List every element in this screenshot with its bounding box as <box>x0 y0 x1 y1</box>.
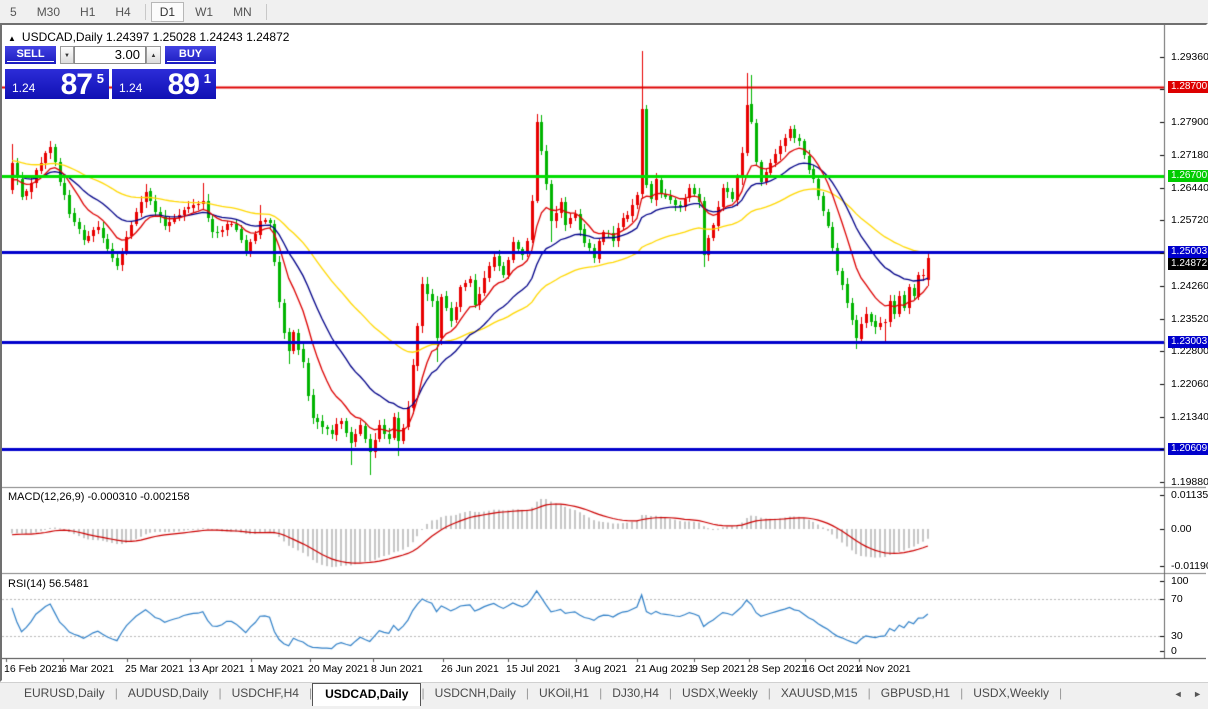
timeframe-button-MN[interactable]: MN <box>224 2 261 22</box>
timeframe-button-M30[interactable]: M30 <box>28 2 69 22</box>
price-axis-label: 1.25720 <box>1171 214 1208 227</box>
buy-button[interactable]: BUY <box>165 46 216 64</box>
rsi-indicator-label: RSI(14) 56.5481 <box>8 578 89 590</box>
tab-separator: | <box>1059 686 1063 700</box>
timeframe-button-H1[interactable]: H1 <box>71 2 104 22</box>
sell-price-prefix: 1.24 <box>12 81 36 95</box>
macd-scale-label: 0.00 <box>1171 523 1192 535</box>
chart-tab-usdcad-daily[interactable]: USDCAD,Daily <box>312 683 422 706</box>
volume-increase-button[interactable]: ▲ <box>146 46 161 64</box>
date-axis-label: 20 May 2021 <box>308 663 369 675</box>
price-axis-label: 1.26440 <box>1171 181 1208 194</box>
chart-tab-gbpusd-h1[interactable]: GBPUSD,H1 <box>871 683 960 704</box>
chart-tab-audusd-daily[interactable]: AUDUSD,Daily <box>118 683 219 704</box>
chart-tab-dj30-h4[interactable]: DJ30,H4 <box>602 683 669 704</box>
date-axis-label: 1 May 2021 <box>249 663 304 675</box>
date-axis-label: 8 Jun 2021 <box>371 663 423 675</box>
rsi-scale-label: 100 <box>1171 575 1189 587</box>
timeframe-button-D1[interactable]: D1 <box>150 1 185 22</box>
price-level-badge-1.20609: 1.20609 <box>1168 443 1208 456</box>
chart-tab-usdx-weekly[interactable]: USDX,Weekly <box>672 683 768 704</box>
date-axis-label: 15 Jul 2021 <box>506 663 561 675</box>
chart-tab-usdchf-h4[interactable]: USDCHF,H4 <box>222 683 309 704</box>
tab-scroll-arrows: ◄ ► <box>1166 689 1202 699</box>
price-axis-label: 1.24260 <box>1171 279 1208 292</box>
buy-price-prefix: 1.24 <box>119 81 143 95</box>
chart-window: ▲ USDCAD,Daily 1.24397 1.25028 1.24243 1.… <box>0 23 1208 682</box>
date-axis-label: 13 Apr 2021 <box>188 663 245 675</box>
date-axis-label: 28 Sep 2021 <box>747 663 807 675</box>
volume-input[interactable]: 3.00 <box>74 46 146 64</box>
timeframe-button-W1[interactable]: W1 <box>186 2 222 22</box>
chart-tab-eurusd-daily[interactable]: EURUSD,Daily <box>14 683 115 704</box>
date-axis-label: 4 Nov 2021 <box>857 663 911 675</box>
price-axis-label: 1.22060 <box>1171 378 1208 391</box>
date-axis-label: 3 Aug 2021 <box>574 663 628 675</box>
sell-price-big-digits: 87 <box>60 68 93 101</box>
date-axis-label: 25 Mar 2021 <box>125 663 184 675</box>
price-level-badge-1.26700: 1.26700 <box>1168 170 1208 183</box>
tab-scroll-left-icon[interactable]: ◄ <box>1174 689 1183 699</box>
macd-scale-label: -0.01190 <box>1171 560 1208 572</box>
toolbar-separator <box>265 3 267 20</box>
price-level-badge-1.25003: 1.25003 <box>1168 246 1208 259</box>
sell-price-display[interactable]: 1.24 87 5 <box>5 68 109 101</box>
price-axis-label: 1.29360 <box>1171 51 1208 63</box>
price-axis-label: 1.19880 <box>1171 476 1208 489</box>
chart-tab-xauusd-m15[interactable]: XAUUSD,M15 <box>771 683 868 704</box>
sell-price-pipette: 5 <box>96 71 104 86</box>
buy-price-display[interactable]: 1.24 89 1 <box>112 68 216 101</box>
chevron-down-icon: ▼ <box>64 53 70 59</box>
date-axis-label: 26 Jun 2021 <box>441 663 499 675</box>
timeframe-button-5[interactable]: 5 <box>1 2 26 22</box>
macd-indicator-label: MACD(12,26,9) -0.000310 -0.002158 <box>8 491 190 503</box>
price-axis-label: 1.23520 <box>1171 312 1208 325</box>
sell-button[interactable]: SELL <box>5 46 56 64</box>
volume-decrease-button[interactable]: ▼ <box>60 46 74 64</box>
rsi-scale-label: 30 <box>1171 630 1183 642</box>
price-level-badge-1.28700: 1.28700 <box>1168 80 1208 93</box>
date-axis-label: 16 Oct 2021 <box>803 663 861 675</box>
price-axis-label: 1.21340 <box>1171 410 1208 423</box>
one-click-trading-widget: SELL ▼ 3.00 ▲ BUY 1.24 87 5 1.24 89 1 <box>2 25 218 101</box>
chart-tab-usdx-weekly[interactable]: USDX,Weekly <box>963 683 1059 704</box>
price-level-badge-1.24872: 1.24872 <box>1168 258 1208 271</box>
chart-tab-ukoil-h1[interactable]: UKOil,H1 <box>529 683 599 704</box>
price-axis-label: 1.27900 <box>1171 116 1208 129</box>
buy-price-pipette: 1 <box>203 71 211 86</box>
chart-tab-usdcnh-daily[interactable]: USDCNH,Daily <box>425 683 526 704</box>
price-axis-label: 1.27180 <box>1171 148 1208 161</box>
tab-scroll-right-icon[interactable]: ► <box>1193 689 1202 699</box>
price-level-badge-1.23003: 1.23003 <box>1168 336 1208 349</box>
timeframe-toolbar: 5 M30 H1 H4 D1 W1 MN <box>0 0 1208 24</box>
mt4-application: 5 M30 H1 H4 D1 W1 MN ▲ USDCAD,Daily 1.24397 1.2… <box>0 0 1208 709</box>
chart-tab-bar: EURUSD,Daily | AUDUSD,Daily | USDCHF,H4 | USDC… <box>0 682 1208 709</box>
buy-price-big-digits: 89 <box>167 68 200 101</box>
macd-scale-label: 0.01135 <box>1171 489 1208 501</box>
chart-tabs: EURUSD,Daily | AUDUSD,Daily | USDCHF,H4 | USDC… <box>0 683 1063 706</box>
toolbar-separator <box>144 3 146 20</box>
date-axis-label: 21 Aug 2021 <box>635 663 694 675</box>
chevron-up-icon: ▲ <box>150 53 157 59</box>
date-axis-label: 6 Mar 2021 <box>61 663 115 675</box>
date-axis-label: 9 Sep 2021 <box>692 663 746 675</box>
rsi-scale-label: 70 <box>1171 593 1183 605</box>
date-axis-label: 16 Feb 2021 <box>4 663 63 675</box>
price-chart-canvas[interactable] <box>2 25 1206 680</box>
timeframe-button-H4[interactable]: H4 <box>106 2 139 22</box>
rsi-scale-label: 0 <box>1171 645 1177 657</box>
